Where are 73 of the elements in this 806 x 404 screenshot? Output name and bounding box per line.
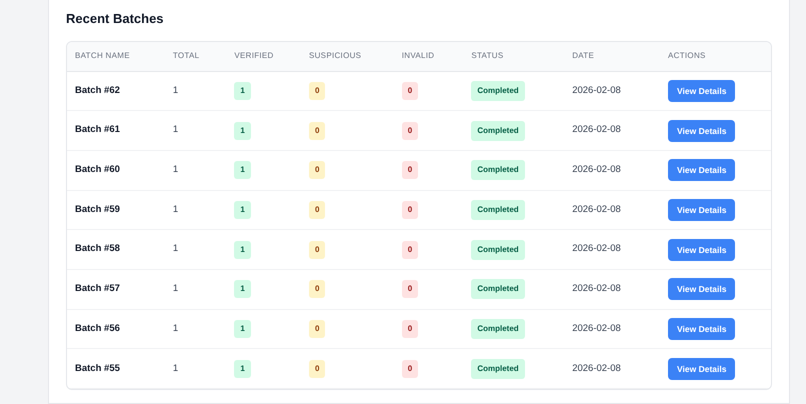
suspicious-count: 0 bbox=[308, 161, 326, 180]
batch-name: Batch #58 bbox=[75, 243, 120, 254]
column-header: VERIFIED bbox=[226, 42, 301, 71]
view-details-button[interactable]: View Details bbox=[668, 159, 736, 182]
status-label: Completed bbox=[471, 120, 525, 141]
view-details-button[interactable]: View Details bbox=[668, 120, 736, 142]
suspicious-count: 0 bbox=[308, 280, 326, 298]
view-details-button[interactable]: View Details bbox=[668, 80, 736, 102]
column-header: BATCH NAME bbox=[67, 42, 165, 71]
verified-count: 1 bbox=[234, 320, 251, 338]
status-label: Completed bbox=[471, 358, 525, 379]
view-details-button[interactable]: View Details bbox=[668, 358, 736, 380]
invalid-count: 0 bbox=[402, 320, 418, 338]
status-label: Completed bbox=[471, 160, 525, 180]
date-text: 2026-02-08 bbox=[572, 204, 621, 215]
suspicious-count: 0 bbox=[308, 360, 326, 378]
verified-count: 1 bbox=[234, 280, 251, 298]
status-label: Completed bbox=[471, 80, 525, 101]
view-details-button[interactable]: View Details bbox=[668, 278, 736, 300]
column-header: ACTIONS bbox=[660, 42, 771, 71]
suspicious-count: 0 bbox=[308, 82, 326, 100]
column-header: INVALID bbox=[394, 42, 464, 71]
status-label: Completed bbox=[471, 318, 525, 339]
view-details-button[interactable]: View Details bbox=[668, 198, 736, 221]
total-count: 1 bbox=[172, 84, 178, 96]
status-label: Completed bbox=[471, 200, 525, 220]
column-header: DATE bbox=[564, 42, 660, 71]
date-text: 2026-02-08 bbox=[572, 362, 621, 374]
invalid-count: 0 bbox=[402, 82, 418, 100]
column-header: SUSPICIOUS bbox=[300, 42, 394, 71]
total-count: 1 bbox=[172, 124, 178, 136]
invalid-count: 0 bbox=[402, 360, 418, 378]
invalid-count: 0 bbox=[402, 280, 418, 298]
batch-name: Batch #56 bbox=[75, 322, 120, 334]
date-text: 2026-02-08 bbox=[572, 124, 621, 136]
invalid-count: 0 bbox=[402, 200, 418, 219]
batch-name: Batch #61 bbox=[75, 124, 120, 136]
batch-name: Batch #55 bbox=[75, 362, 120, 374]
batch-name: Batch #60 bbox=[75, 164, 120, 176]
verified-count: 1 bbox=[234, 161, 251, 180]
total-count: 1 bbox=[172, 204, 178, 215]
invalid-count: 0 bbox=[402, 161, 418, 180]
view-details-button[interactable]: View Details bbox=[668, 318, 736, 340]
column-header: TOTAL bbox=[164, 42, 226, 71]
total-count: 1 bbox=[172, 362, 178, 374]
invalid-count: 0 bbox=[402, 240, 418, 259]
view-details-button[interactable]: View Details bbox=[668, 238, 736, 261]
section-title: Recent Batches bbox=[66, 10, 165, 28]
date-text: 2026-02-08 bbox=[572, 243, 621, 254]
date-text: 2026-02-08 bbox=[572, 283, 621, 294]
verified-count: 1 bbox=[234, 82, 251, 100]
invalid-count: 0 bbox=[402, 122, 418, 140]
suspicious-count: 0 bbox=[308, 240, 326, 259]
batch-name: Batch #59 bbox=[75, 204, 120, 215]
total-count: 1 bbox=[172, 243, 178, 254]
total-count: 1 bbox=[172, 322, 178, 334]
date-text: 2026-02-08 bbox=[572, 84, 621, 96]
status-label: Completed bbox=[471, 279, 525, 300]
batch-name: Batch #62 bbox=[75, 84, 120, 96]
verified-count: 1 bbox=[234, 122, 251, 140]
suspicious-count: 0 bbox=[308, 200, 326, 219]
date-text: 2026-02-08 bbox=[572, 164, 621, 176]
suspicious-count: 0 bbox=[308, 320, 326, 338]
date-text: 2026-02-08 bbox=[572, 322, 621, 334]
verified-count: 1 bbox=[234, 360, 251, 378]
suspicious-count: 0 bbox=[308, 122, 326, 140]
column-header: STATUS bbox=[463, 42, 564, 71]
verified-count: 1 bbox=[234, 200, 251, 219]
total-count: 1 bbox=[172, 164, 178, 176]
batch-name: Batch #57 bbox=[75, 283, 120, 294]
status-label: Completed bbox=[471, 240, 525, 260]
total-count: 1 bbox=[172, 283, 178, 294]
verified-count: 1 bbox=[234, 240, 251, 259]
